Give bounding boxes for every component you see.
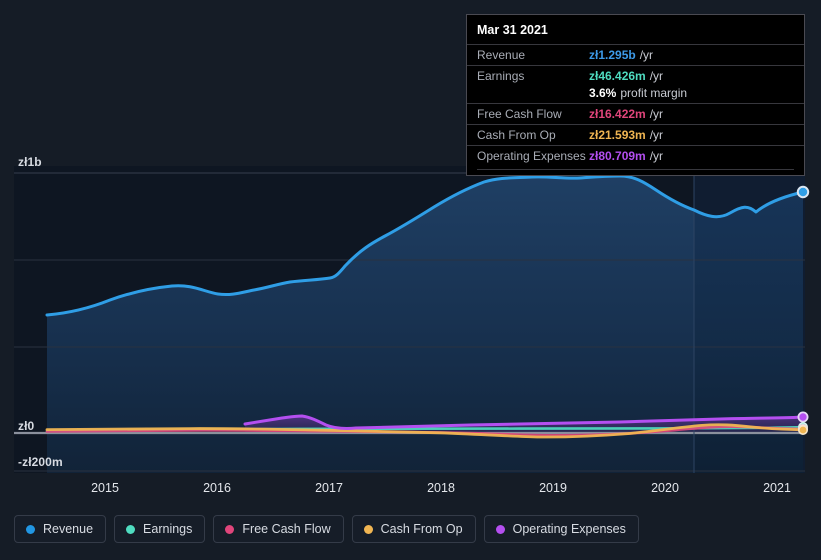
x-axis-label-2018: 2018 [427, 481, 455, 495]
legend-dot-operating-expenses-icon [495, 524, 505, 534]
tooltip-value-cash-from-op: zł21.593m [589, 128, 646, 142]
tooltip-row-earnings: Earnings zł46.426m /yr [467, 65, 804, 86]
tooltip-row-cash-from-op: Cash From Op zł21.593m /yr [467, 124, 804, 145]
legend-item-cash-from-op[interactable]: Cash From Op [351, 515, 476, 543]
legend-dot-revenue-icon [26, 524, 35, 534]
tooltip-row-operating-expenses: Operating Expenses zł80.709m /yr [467, 145, 804, 166]
tooltip-value-free-cash-flow: zł16.422m [589, 107, 646, 121]
x-axis-label-2019: 2019 [539, 481, 567, 495]
tooltip-unit-profit-margin: profit margin [620, 86, 688, 100]
tooltip-unit-revenue: /yr [639, 48, 654, 62]
y-axis-label-1b: zł1b [18, 155, 42, 169]
x-axis-label-2015: 2015 [91, 481, 119, 495]
legend-label-cash-from-op: Cash From Op [380, 522, 463, 536]
tooltip-value-revenue: zł1.295b [589, 48, 636, 62]
y-axis-label-minus200m: -zł200m [18, 455, 63, 469]
financial-chart: zł1b zł0 -zł200m 2015 2016 2017 2018 201… [0, 0, 821, 560]
tooltip-label-earnings: Earnings [477, 69, 525, 83]
legend-dot-cash-from-op-icon [363, 524, 373, 534]
tooltip-unit-earnings: /yr [649, 69, 664, 83]
legend-label-free-cash-flow: Free Cash Flow [242, 522, 331, 536]
tooltip-label-free-cash-flow: Free Cash Flow [477, 107, 562, 121]
tooltip-label-cash-from-op: Cash From Op [477, 128, 556, 142]
cash-from-op-endpoint-marker[interactable] [797, 424, 808, 435]
chart-tooltip: Mar 31 2021 Revenue zł1.295b /yr Earning… [466, 14, 805, 176]
legend-item-revenue[interactable]: Revenue [14, 515, 107, 543]
tooltip-footer-divider [477, 169, 794, 171]
legend-dot-earnings-icon [126, 524, 136, 534]
legend-label-earnings: Earnings [143, 522, 193, 536]
x-axis-label-2021: 2021 [763, 481, 791, 495]
x-axis-label-2017: 2017 [315, 481, 343, 495]
tooltip-unit-operating-expenses: /yr [649, 149, 664, 163]
legend-label-operating-expenses: Operating Expenses [512, 522, 626, 536]
legend-label-revenue: Revenue [43, 522, 94, 536]
tooltip-row-revenue: Revenue zł1.295b /yr [467, 44, 804, 65]
tooltip-row-profit-margin: 3.6% profit margin [467, 86, 804, 103]
y-axis-label-zero: zł0 [18, 419, 35, 433]
tooltip-unit-cash-from-op: /yr [649, 128, 664, 142]
chart-legend: Revenue Earnings Free Cash Flow Cash Fro… [14, 515, 639, 543]
tooltip-value-operating-expenses: zł80.709m [589, 149, 646, 163]
legend-dot-free-cash-flow-icon [225, 524, 235, 534]
tooltip-label-revenue: Revenue [477, 48, 526, 62]
tooltip-unit-free-cash-flow: /yr [649, 107, 664, 121]
tooltip-value-earnings: zł46.426m [589, 69, 646, 83]
tooltip-date: Mar 31 2021 [477, 23, 548, 37]
legend-item-earnings[interactable]: Earnings [114, 515, 206, 543]
tooltip-row-free-cash-flow: Free Cash Flow zł16.422m /yr [467, 103, 804, 124]
legend-item-operating-expenses[interactable]: Operating Expenses [483, 515, 639, 543]
tooltip-value-profit-margin: 3.6% [589, 86, 617, 100]
x-axis-label-2016: 2016 [203, 481, 231, 495]
legend-item-free-cash-flow[interactable]: Free Cash Flow [213, 515, 344, 543]
x-axis-label-2020: 2020 [651, 481, 679, 495]
tooltip-label-operating-expenses: Operating Expenses [477, 149, 586, 163]
revenue-endpoint-marker[interactable] [796, 185, 810, 199]
operating-expenses-endpoint-marker[interactable] [797, 411, 809, 423]
